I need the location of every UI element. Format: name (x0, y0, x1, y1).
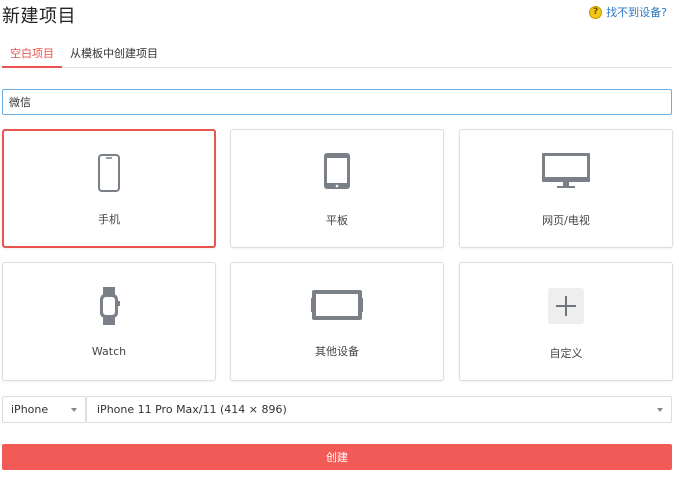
chevron-down-icon (71, 408, 77, 412)
device-card-tablet[interactable]: 平板 (230, 129, 444, 248)
device-card-watch[interactable]: Watch (2, 262, 216, 381)
tab-from-template[interactable]: 从模板中创建项目 (62, 44, 166, 68)
help-link-label: 找不到设备? (606, 6, 667, 19)
monitor-icon (542, 153, 590, 188)
tablet-icon (324, 153, 350, 189)
help-face-icon: ? (589, 5, 603, 19)
tab-blank-project[interactable]: 空白项目 (2, 44, 62, 68)
tab-bar: 空白项目 从模板中创建项目 (2, 44, 672, 68)
create-button[interactable]: 创建 (2, 444, 672, 470)
page-title: 新建项目 (2, 6, 76, 27)
device-card-other[interactable]: 其他设备 (230, 262, 444, 381)
device-card-label: 平板 (326, 214, 348, 227)
device-card-label: Watch (91, 345, 127, 358)
platform-select[interactable]: iPhone (2, 396, 86, 423)
device-card-web-tv[interactable]: 网页/电视 (459, 129, 673, 248)
model-select-value: iPhone 11 Pro Max/11 (414 × 896) (97, 403, 287, 416)
device-card-label: 手机 (98, 213, 120, 226)
plus-icon (548, 288, 584, 324)
device-card-label: 网页/电视 (542, 214, 590, 227)
chevron-down-icon (657, 408, 663, 412)
platform-select-value: iPhone (11, 403, 49, 416)
device-card-label: 其他设备 (315, 345, 359, 358)
other-device-icon (311, 290, 363, 320)
watch-icon (100, 287, 120, 325)
model-select[interactable]: iPhone 11 Pro Max/11 (414 × 896) (86, 396, 672, 423)
phone-icon (98, 154, 120, 192)
device-card-phone[interactable]: 手机 (2, 129, 216, 248)
device-card-label: 自定义 (549, 347, 583, 360)
help-link[interactable]: ? 找不到设备? (589, 4, 667, 20)
device-card-custom[interactable]: 自定义 (459, 262, 673, 381)
project-name-input[interactable] (2, 89, 672, 115)
